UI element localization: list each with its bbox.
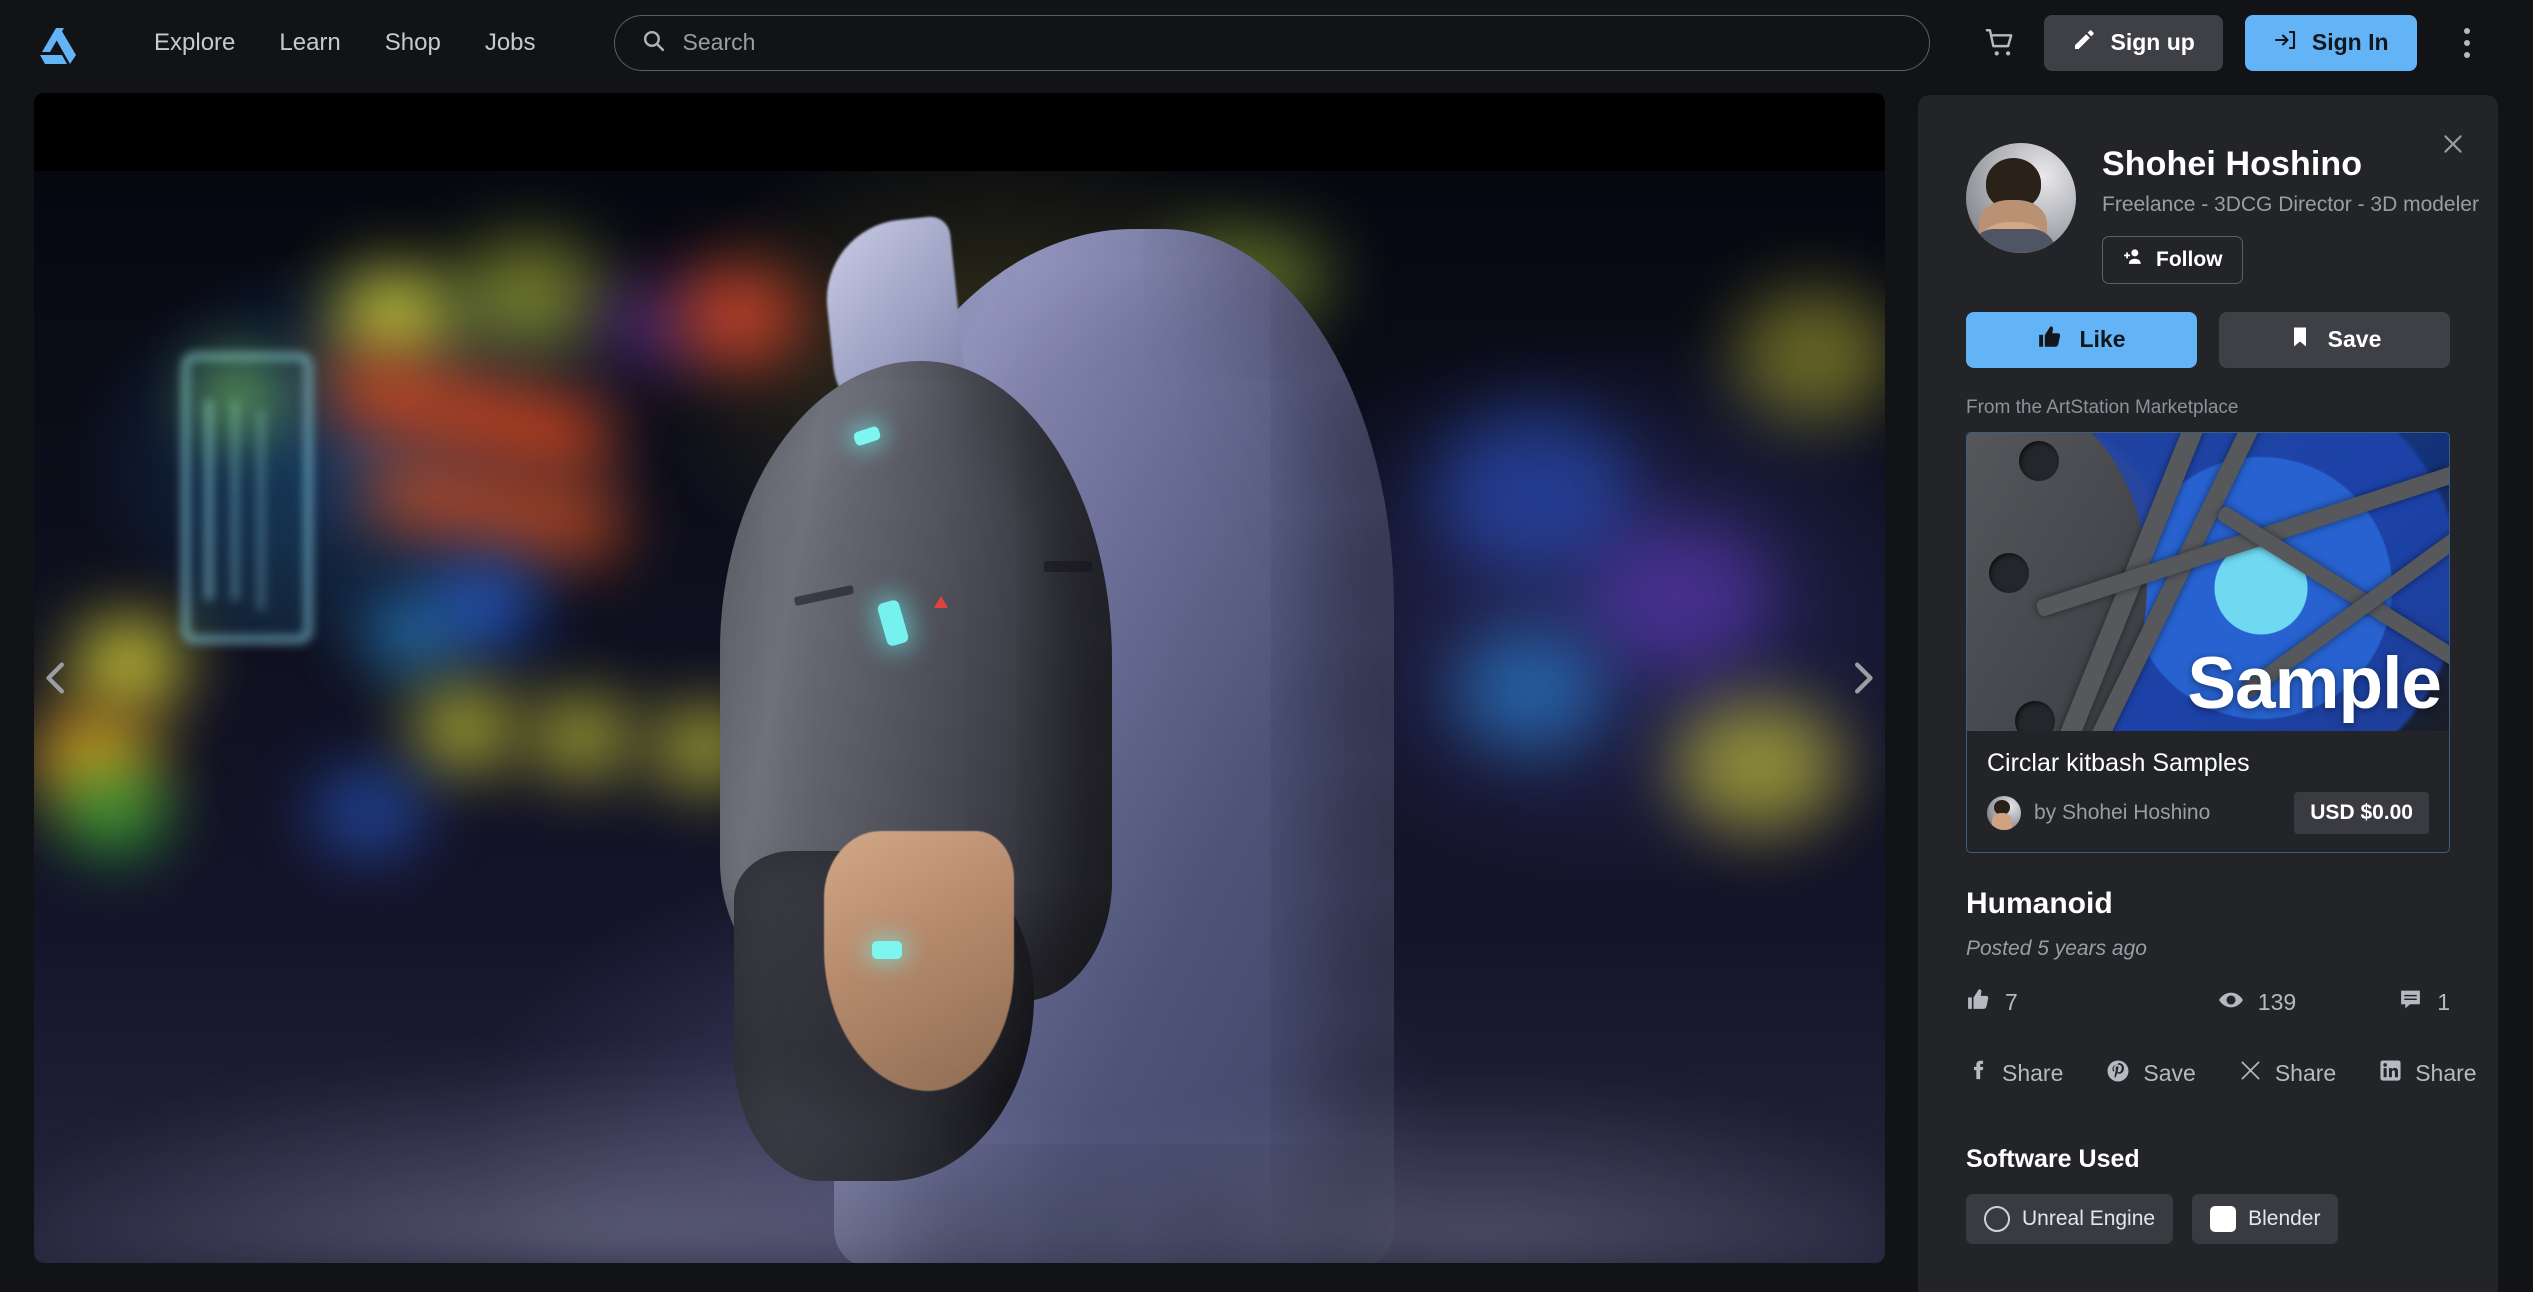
stat-comments: 1	[2398, 987, 2450, 1018]
marketplace-label: From the ArtStation Marketplace	[1918, 368, 2498, 419]
artwork-stats: 7 139 1	[1918, 961, 2498, 1019]
pencil-icon	[2072, 28, 2096, 58]
helmet-panel-line	[1044, 561, 1092, 572]
marketplace-product-thumbnail: Sample	[1967, 433, 2449, 731]
like-label: Like	[2079, 326, 2125, 353]
artist-name[interactable]: Shohei Hoshino	[2102, 145, 2479, 184]
search-bar[interactable]	[614, 15, 1930, 71]
unreal-engine-icon	[1984, 1206, 2010, 1232]
x-twitter-icon	[2239, 1059, 2262, 1088]
signin-button[interactable]: Sign In	[2245, 15, 2417, 71]
artwork-title: Humanoid	[1918, 853, 2498, 921]
like-button[interactable]: Like	[1966, 312, 2197, 368]
marketplace-product-title: Circlar kitbash Samples	[1987, 749, 2429, 778]
next-image-button[interactable]	[1835, 650, 1885, 706]
share-x-button[interactable]: Share	[2239, 1059, 2336, 1088]
stat-views-value: 139	[2258, 989, 2296, 1016]
flange-hole	[2019, 441, 2059, 481]
share-facebook-label: Share	[2002, 1060, 2063, 1087]
artwork-posted-date: Posted 5 years ago	[1918, 921, 2498, 961]
eye-icon	[2218, 987, 2244, 1019]
top-navigation-bar: Explore Learn Shop Jobs	[0, 0, 2533, 85]
prev-image-button[interactable]	[34, 650, 84, 706]
nav-item-learn[interactable]: Learn	[257, 19, 362, 67]
linkedin-icon	[2379, 1059, 2402, 1088]
blender-icon	[2210, 1206, 2236, 1232]
share-pinterest-button[interactable]: Save	[2106, 1059, 2195, 1089]
bookmark-icon	[2288, 325, 2312, 355]
smoke-effect	[34, 843, 1885, 1263]
stat-likes-value: 7	[2005, 989, 2018, 1016]
signin-label: Sign In	[2312, 29, 2389, 56]
software-chip-unreal-engine[interactable]: Unreal Engine	[1966, 1194, 2173, 1244]
nav-item-jobs[interactable]: Jobs	[463, 19, 558, 67]
artist-title: Freelance - 3DCG Director - 3D modeler	[2102, 191, 2479, 219]
marketplace-seller-name[interactable]: by Shohei Hoshino	[2034, 801, 2210, 825]
close-icon[interactable]	[2432, 123, 2474, 165]
nav-item-explore[interactable]: Explore	[132, 19, 257, 67]
shopping-cart-icon[interactable]	[1972, 14, 2030, 72]
artist-profile: Shohei Hoshino Freelance - 3DCG Director…	[1918, 95, 2498, 284]
marketplace-product-body: Circlar kitbash Samples by Shohei Hoshin…	[1967, 731, 2449, 852]
signup-label: Sign up	[2111, 29, 2195, 56]
share-linkedin-label: Share	[2415, 1060, 2476, 1087]
marketplace-seller-avatar	[1987, 796, 2021, 830]
header-actions: Sign up Sign In	[1972, 14, 2513, 72]
sample-watermark: Sample	[2187, 642, 2441, 725]
pinterest-icon	[2106, 1059, 2130, 1089]
kebab-menu-icon[interactable]	[2447, 17, 2487, 69]
software-chip-blender[interactable]: Blender	[2192, 1194, 2338, 1244]
signup-button[interactable]: Sign up	[2044, 15, 2223, 71]
share-pinterest-label: Save	[2143, 1060, 2195, 1087]
main-nav: Explore Learn Shop Jobs	[132, 19, 558, 67]
artwork-image	[34, 171, 1885, 1263]
save-label: Save	[2328, 326, 2382, 353]
comment-icon	[2398, 987, 2423, 1018]
flange-hole	[1989, 553, 2029, 593]
search-icon	[641, 28, 666, 58]
stat-views: 139	[2218, 987, 2296, 1019]
share-facebook-button[interactable]: Share	[1966, 1059, 2063, 1088]
login-arrow-icon	[2273, 28, 2297, 58]
software-chip-label: Blender	[2248, 1207, 2320, 1231]
nav-item-shop[interactable]: Shop	[363, 19, 463, 67]
software-chip-label: Unreal Engine	[2022, 1207, 2155, 1231]
marketplace-product-card[interactable]: Sample Circlar kitbash Samples by Shohei…	[1966, 432, 2450, 853]
letterbox-bar	[34, 93, 1885, 171]
search-input[interactable]	[683, 16, 1903, 70]
artwork-viewer[interactable]	[34, 93, 1885, 1263]
stat-likes: 7	[1966, 987, 2018, 1018]
thumbs-up-icon	[2037, 324, 2063, 356]
artstation-logo-icon[interactable]	[34, 19, 82, 67]
follow-label: Follow	[2156, 248, 2223, 272]
software-used-list: Unreal Engine Blender	[1918, 1174, 2498, 1244]
share-linkedin-button[interactable]: Share	[2379, 1059, 2476, 1088]
follow-button[interactable]: Follow	[2102, 236, 2243, 284]
share-row: Share Save Share	[1918, 1019, 2498, 1089]
software-used-heading: Software Used	[1918, 1089, 2498, 1174]
artwork-info-sidebar: Shohei Hoshino Freelance - 3DCG Director…	[1918, 95, 2498, 1292]
person-add-icon	[2122, 246, 2144, 274]
marketplace-price[interactable]: USD $0.00	[2294, 792, 2429, 834]
save-button[interactable]: Save	[2219, 312, 2450, 368]
facebook-icon	[1966, 1059, 1989, 1088]
thumbs-up-icon	[1966, 987, 1991, 1018]
share-x-label: Share	[2275, 1060, 2336, 1087]
stat-comments-value: 1	[2437, 989, 2450, 1016]
artist-avatar[interactable]	[1966, 143, 2076, 253]
marketplace-product-meta: by Shohei Hoshino USD $0.00	[1987, 792, 2429, 834]
artwork-actions: Like Save	[1918, 284, 2498, 368]
